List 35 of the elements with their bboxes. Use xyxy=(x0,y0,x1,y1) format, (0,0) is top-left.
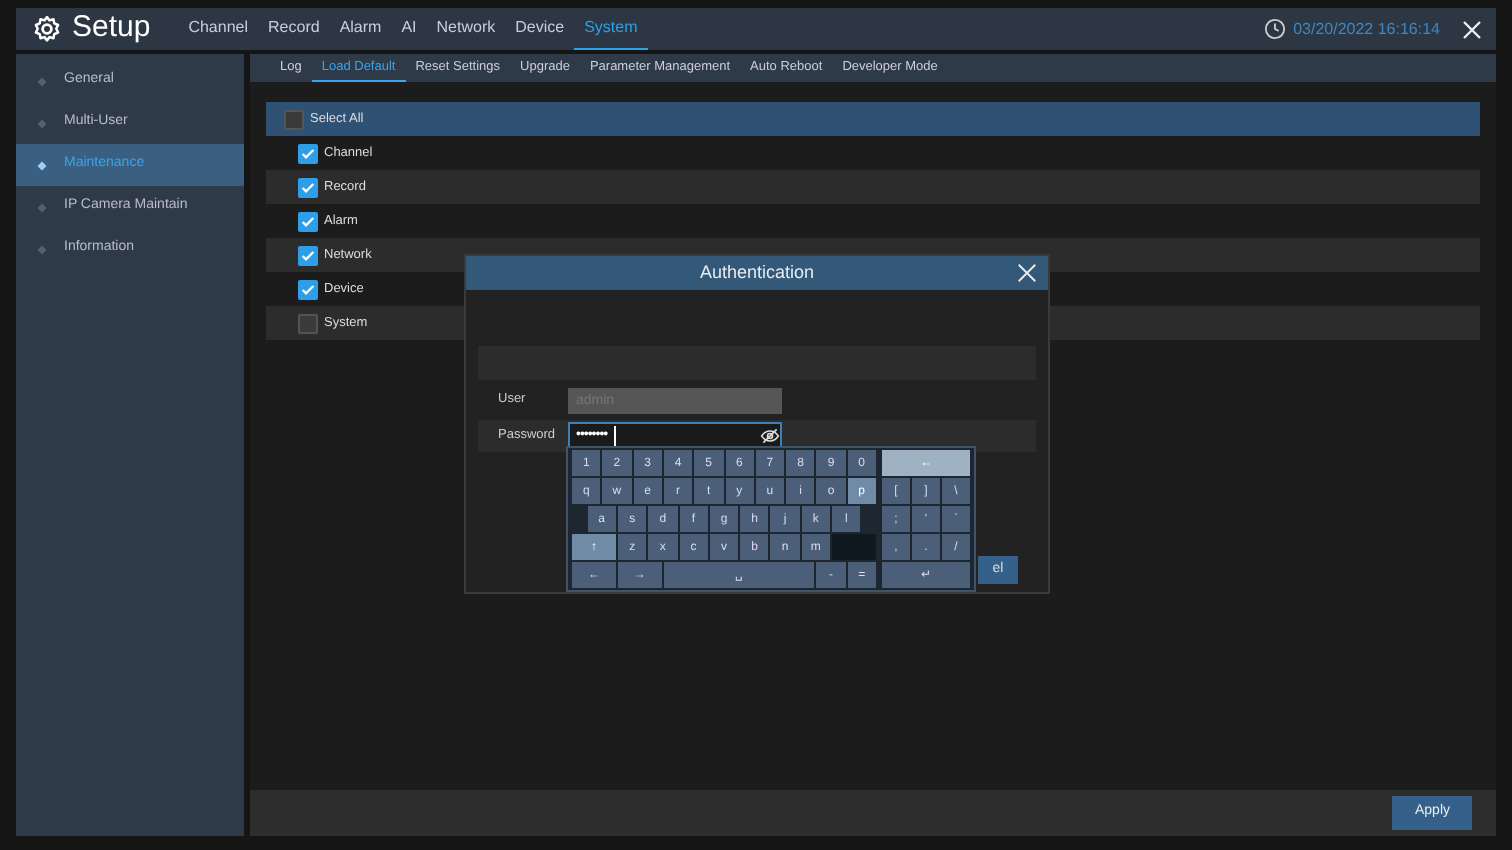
check-icon xyxy=(300,213,316,229)
check-icon xyxy=(300,281,316,297)
blank-key xyxy=(832,534,876,560)
menu-tab[interactable]: Device xyxy=(505,8,575,50)
menu-tab[interactable]: Record xyxy=(258,8,330,50)
gear-icon xyxy=(32,14,62,44)
close-icon xyxy=(1460,17,1484,41)
diamond-icon xyxy=(36,243,48,255)
checkbox[interactable] xyxy=(298,177,318,197)
checkbox[interactable] xyxy=(298,313,318,333)
check-icon xyxy=(300,247,316,263)
close-button[interactable] xyxy=(1460,17,1484,41)
clock-icon xyxy=(1263,18,1286,40)
menu-tab[interactable]: AI xyxy=(391,8,427,50)
check-icon xyxy=(300,179,316,195)
diamond-icon xyxy=(36,75,48,87)
diamond-icon xyxy=(36,159,48,171)
diamond-icon xyxy=(36,117,48,129)
close-icon xyxy=(1016,262,1038,284)
checkbox[interactable] xyxy=(284,109,304,129)
menu-tab[interactable]: Network xyxy=(426,8,506,50)
dialog-title: Authentication xyxy=(699,259,815,286)
menu-tab[interactable]: Alarm xyxy=(329,8,392,50)
hidden-eye-icon xyxy=(760,426,780,446)
checkbox[interactable] xyxy=(298,245,318,265)
menu-tab[interactable]: System xyxy=(574,8,648,50)
page-title: Setup xyxy=(72,8,151,49)
date-time: 03/20/2022 16:16:14 xyxy=(1293,17,1440,41)
checkbox[interactable] xyxy=(298,279,318,299)
close-button[interactable] xyxy=(1016,262,1038,284)
diamond-icon xyxy=(36,201,48,213)
menu-tab[interactable]: Channel xyxy=(178,8,259,50)
checkbox[interactable] xyxy=(298,211,318,231)
check-icon xyxy=(300,145,316,161)
checkbox[interactable] xyxy=(298,143,318,163)
